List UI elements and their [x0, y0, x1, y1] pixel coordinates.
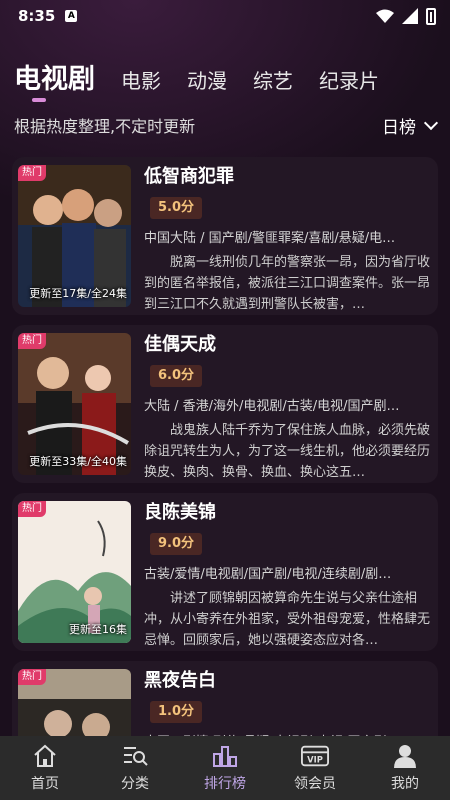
ranking-period-dropdown[interactable]: 日榜: [382, 113, 439, 138]
show-score: 9.0分: [150, 533, 203, 555]
svg-text:VIP: VIP: [307, 755, 323, 765]
nav-label: 领会员: [294, 776, 336, 792]
nav-ranking[interactable]: 排行榜: [180, 736, 270, 800]
show-card[interactable]: 热门 更新至17集/全24集 低智商犯罪 5.0分 中国大陆 / 国产剧/警匪罪…: [12, 157, 438, 315]
status-time: 8:35: [18, 7, 56, 25]
wifi-icon: [376, 9, 394, 23]
vip-icon: VIP: [301, 743, 329, 769]
show-poster: 热门 更新至17集/全24集: [18, 165, 131, 307]
status-bar: 8:35 A: [0, 0, 450, 32]
show-score: 1.0分: [150, 701, 203, 723]
show-poster: 热门 更新至33集/全40集: [18, 333, 131, 475]
bottom-navigation: 首页 分类 排行榜 VIP 领会员 我的: [0, 736, 450, 800]
episode-status: 更新至16集: [69, 623, 127, 636]
show-title: 黑夜告白: [144, 670, 216, 691]
nav-profile[interactable]: 我的: [360, 736, 450, 800]
show-title: 佳偶天成: [144, 334, 216, 355]
show-title: 良陈美锦: [144, 502, 216, 523]
nav-label: 首页: [31, 776, 59, 792]
chevron-down-icon: [423, 115, 439, 130]
show-card[interactable]: 热门 更新至33集/全40集 佳偶天成 6.0分 大陆 / 香港/海外/电视剧/…: [12, 325, 438, 483]
ranking-note: 根据热度整理,不定时更新: [14, 117, 196, 136]
nav-home[interactable]: 首页: [0, 736, 90, 800]
show-tags: 中国大陆 / 国产剧/警匪罪案/喜剧/悬疑/电…: [144, 231, 396, 246]
nav-label: 排行榜: [204, 776, 246, 792]
ranking-period-label: 日榜: [382, 117, 416, 138]
hot-badge: 热门: [18, 501, 46, 517]
tab-movies[interactable]: 电影: [121, 65, 161, 102]
nav-vip[interactable]: VIP 领会员: [270, 736, 360, 800]
home-icon: [31, 743, 59, 769]
show-tags: 大陆 / 香港/海外/电视剧/古装/电视/国产剧…: [144, 399, 400, 414]
notification-icon: A: [65, 10, 78, 22]
tab-variety[interactable]: 综艺: [253, 65, 293, 102]
tab-documentary[interactable]: 纪录片: [319, 65, 379, 102]
hot-badge: 热门: [18, 165, 46, 181]
tab-anime[interactable]: 动漫: [187, 65, 227, 102]
ranking-icon: [211, 743, 239, 769]
signal-icon: [402, 8, 418, 24]
battery-icon: [426, 7, 436, 25]
show-description: 战鬼族人陆千乔为了保住族人血脉，必须先破除诅咒转生为人，为了这一线生机，他必须要…: [144, 423, 430, 480]
user-icon: [391, 743, 419, 769]
show-tags: 古装/爱情/电视剧/国产剧/电视/连续剧/剧…: [144, 567, 392, 582]
show-title: 低智商犯罪: [144, 166, 234, 187]
nav-label: 分类: [121, 776, 149, 792]
category-tabs: 电视剧 电影 动漫 综艺 纪录片: [0, 52, 450, 102]
nav-label: 我的: [391, 776, 419, 792]
show-card[interactable]: 热门 更新至16集 良陈美锦 9.0分 古装/爱情/电视剧/国产剧/电视/连续剧…: [12, 493, 438, 651]
show-list: 热门 更新至17集/全24集 低智商犯罪 5.0分 中国大陆 / 国产剧/警匪罪…: [12, 157, 438, 800]
show-poster: 热门 更新至16集: [18, 501, 131, 643]
category-search-icon: [121, 743, 149, 769]
show-score: 5.0分: [150, 197, 203, 219]
subheader: 根据热度整理,不定时更新 日榜: [0, 110, 450, 140]
tab-tv-series[interactable]: 电视剧: [14, 57, 95, 102]
show-description: 讲述了顾锦朝因被算命先生说与父亲仕途相冲，从小寄养在外祖家，受外祖母宠爱，性格肆…: [144, 591, 430, 648]
hot-badge: 热门: [18, 333, 46, 349]
nav-category[interactable]: 分类: [90, 736, 180, 800]
active-tab-indicator: [32, 98, 46, 102]
hot-badge: 热门: [18, 669, 46, 685]
show-description: 脱离一线刑侦几年的警察张一昂，因为省厅收到的匿名举报信，被派往三江口调查案件。张…: [144, 255, 430, 312]
episode-status: 更新至33集/全40集: [29, 455, 127, 468]
show-score: 6.0分: [150, 365, 203, 387]
episode-status: 更新至17集/全24集: [29, 287, 127, 300]
